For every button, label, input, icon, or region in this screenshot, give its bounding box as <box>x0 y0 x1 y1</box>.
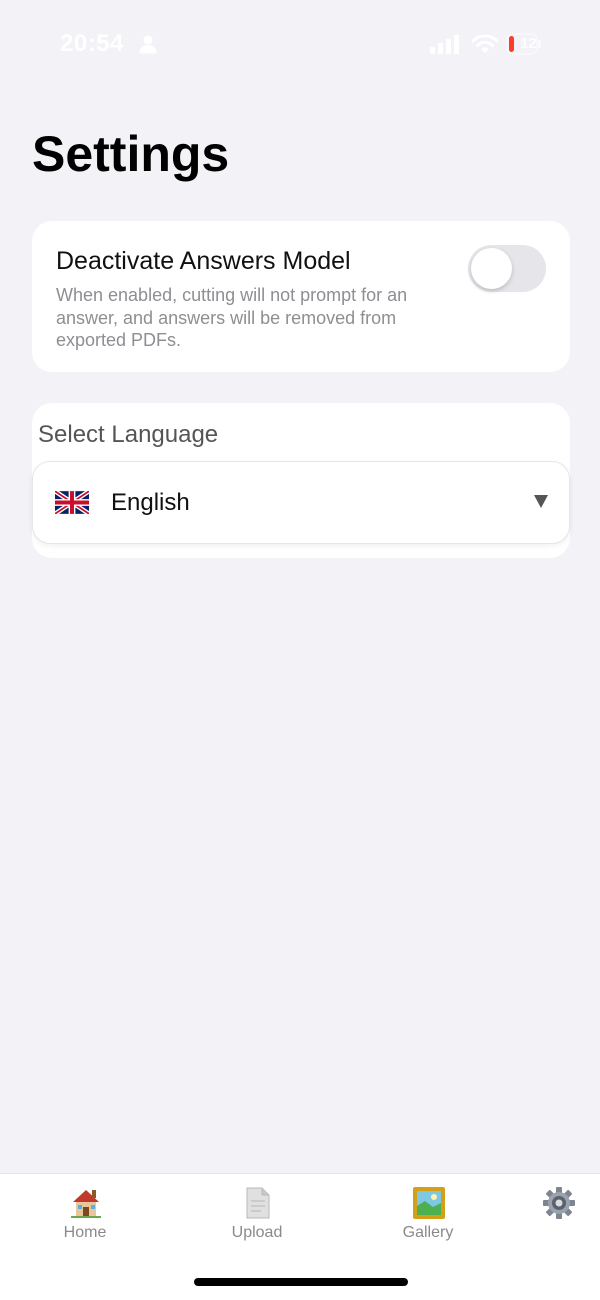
language-dropdown[interactable]: English <box>32 461 570 544</box>
tab-settings[interactable] <box>498 1186 600 1256</box>
answers-setting-title: Deactivate Answers Model <box>56 247 351 275</box>
tab-home[interactable]: Home <box>25 1186 145 1256</box>
house-icon <box>71 1190 101 1218</box>
dropdown-arrow-icon <box>534 495 548 508</box>
answers-setting-card: Deactivate Answers Model When enabled, c… <box>32 221 570 372</box>
gear-icon <box>543 1187 575 1219</box>
deactivate-answers-toggle[interactable] <box>468 245 546 292</box>
home-indicator <box>194 1278 408 1286</box>
person-icon <box>139 35 157 54</box>
tab-upload-label: Upload <box>231 1224 283 1241</box>
signal-icon <box>430 35 459 54</box>
tab-gallery-label: Gallery <box>402 1224 454 1241</box>
wifi-icon <box>472 34 498 53</box>
document-icon <box>246 1187 270 1219</box>
page-title: Settings <box>32 126 230 182</box>
language-setting-card: Select Language English <box>32 403 570 558</box>
picture-frame-icon <box>413 1187 445 1219</box>
tab-gallery[interactable]: Gallery <box>368 1186 488 1256</box>
status-time: 20:54 <box>60 30 124 57</box>
answers-setting-description: When enabled, cutting will not prompt fo… <box>56 285 408 350</box>
language-label: Select Language <box>38 421 219 448</box>
battery-level: 12 <box>520 35 537 52</box>
tab-upload[interactable]: Upload <box>197 1186 317 1256</box>
tab-home-label: Home <box>63 1224 107 1241</box>
toggle-knob <box>471 248 512 289</box>
uk-flag-icon <box>55 491 89 514</box>
status-bar: 20:54 12 <box>0 0 600 90</box>
language-selected-value: English <box>111 489 190 516</box>
